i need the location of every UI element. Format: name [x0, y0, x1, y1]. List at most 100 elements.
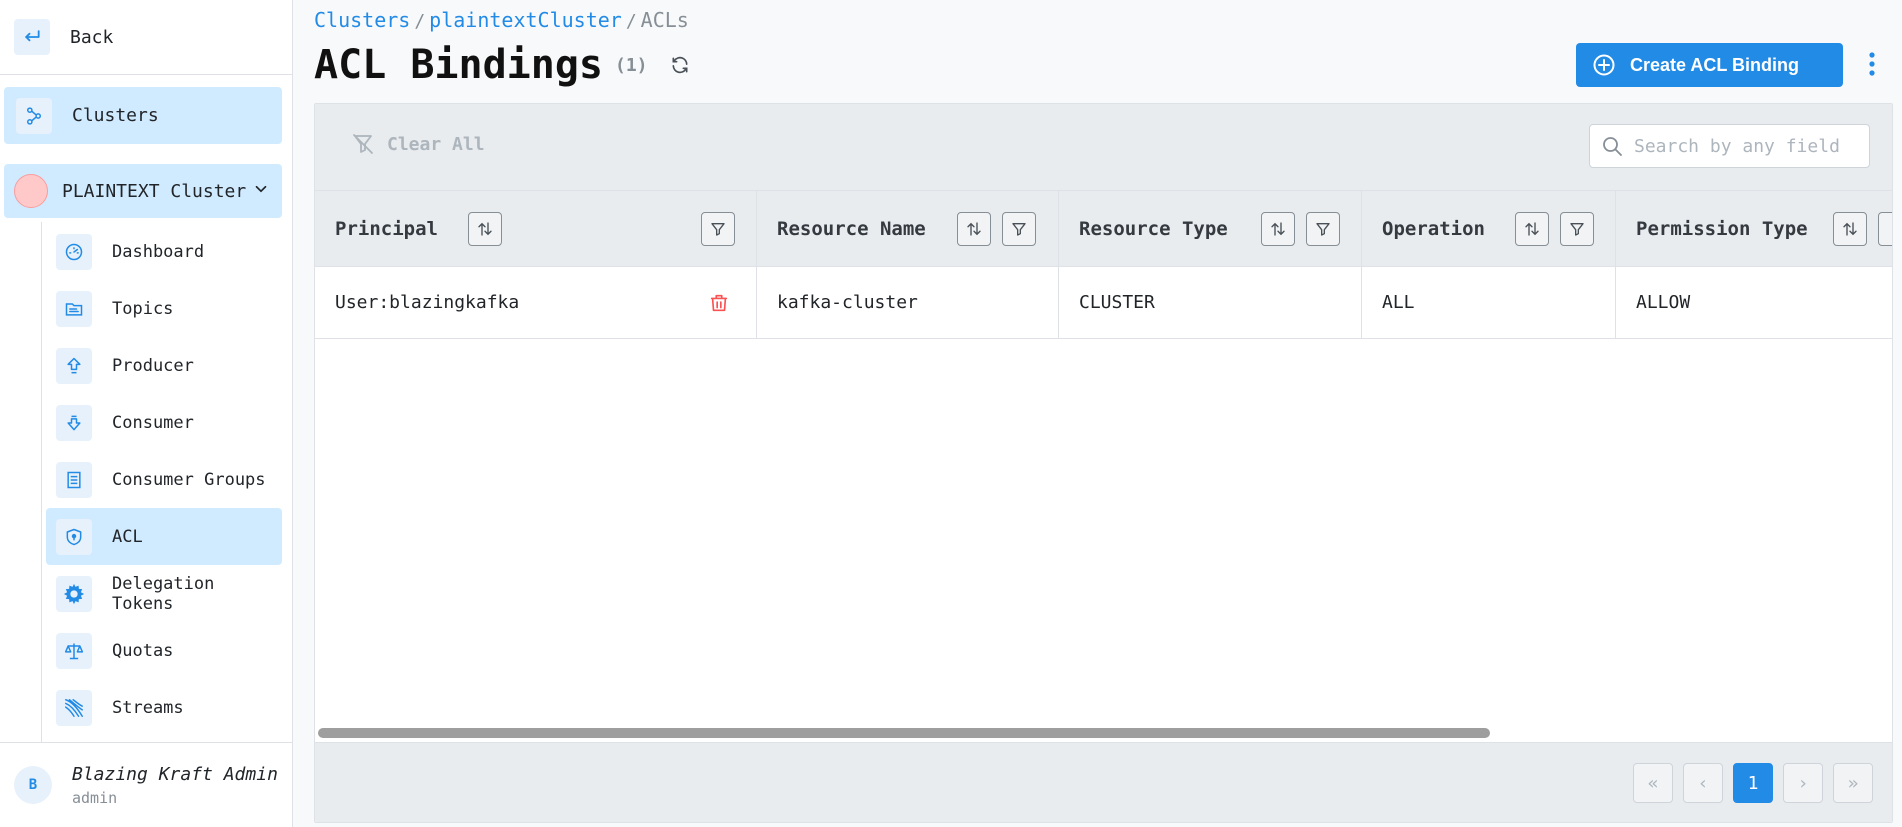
cluster-name: PLAINTEXT Cluster — [62, 180, 247, 202]
column-label: Permission Type — [1636, 218, 1808, 240]
cluster-selector[interactable]: PLAINTEXT Cluster — [4, 164, 282, 218]
filter-icon[interactable] — [701, 212, 735, 246]
sort-icon[interactable] — [1833, 212, 1867, 246]
last-page-button[interactable]: » — [1833, 763, 1873, 803]
sidebar-item-topics[interactable]: Topics — [46, 280, 282, 337]
breadcrumb: Clusters / plaintextCluster / ACLs — [314, 8, 689, 32]
column-header-principal: Principal — [315, 191, 757, 267]
cell-value: ALL — [1382, 292, 1415, 313]
clear-all-label: Clear All — [387, 133, 485, 155]
table-toolbar: Clear All — [315, 104, 1892, 190]
refresh-icon[interactable] — [670, 55, 690, 75]
acl-table: Clear All Principal Resource Name — [314, 103, 1893, 823]
clear-all-button[interactable]: Clear All — [351, 132, 485, 156]
sidebar-item-consumer[interactable]: Consumer — [46, 394, 282, 451]
breadcrumb-clusters-link[interactable]: Clusters — [314, 8, 410, 32]
cell-operation: ALL — [1362, 267, 1616, 338]
cell-value: User:blazingkafka — [335, 292, 520, 313]
filter-icon[interactable] — [1560, 212, 1594, 246]
page-title: ACL Bindings — [314, 42, 603, 88]
sidebar-item-streams[interactable]: Streams — [46, 679, 282, 736]
cell-value: ALLOW — [1636, 292, 1691, 313]
trash-icon[interactable] — [708, 292, 730, 314]
horizontal-scrollbar[interactable] — [318, 728, 1490, 738]
consumer-icon — [56, 404, 92, 441]
column-label: Resource Type — [1079, 218, 1228, 240]
column-label: Operation — [1382, 218, 1485, 240]
result-count: (1) — [614, 54, 648, 76]
delegation-tokens-icon — [56, 575, 92, 612]
filter-icon[interactable] — [1002, 212, 1036, 246]
table-row: User:blazingkafka kafka-cluster CLUSTER … — [315, 267, 1892, 339]
sort-icon[interactable] — [468, 212, 502, 246]
avatar: B — [14, 766, 52, 804]
sidebar-item-producer[interactable]: Producer — [46, 337, 282, 394]
page-number-button[interactable]: 1 — [1733, 763, 1773, 803]
filter-off-icon — [351, 132, 375, 156]
sidebar-item-label: Dashboard — [112, 241, 205, 262]
sidebar-item-label: Consumer — [112, 412, 194, 433]
sidebar-item-acl[interactable]: ACL — [46, 508, 282, 565]
streams-icon — [56, 689, 92, 726]
back-button[interactable]: Back — [0, 0, 293, 75]
filter-icon[interactable] — [1878, 212, 1892, 246]
first-page-button[interactable]: « — [1633, 763, 1673, 803]
sidebar: Back Clusters PLAINTEXT Cluster Dashboar… — [0, 0, 293, 827]
cell-principal: User:blazingkafka — [315, 267, 757, 338]
column-label: Principal — [335, 218, 438, 240]
next-page-button[interactable]: › — [1783, 763, 1823, 803]
column-header-resource-name: Resource Name — [757, 191, 1059, 267]
subnav-line — [41, 222, 45, 742]
plus-circle-icon — [1592, 53, 1616, 77]
sidebar-item-label: Consumer Groups — [112, 469, 266, 490]
user-text: Blazing Kraft Admin admin — [72, 764, 278, 807]
column-label: Resource Name — [777, 218, 926, 240]
pagination: « ‹ 1 › » — [315, 742, 1892, 822]
consumer-groups-icon — [56, 461, 92, 498]
sidebar-item-quotas[interactable]: Quotas — [46, 622, 282, 679]
sort-icon[interactable] — [957, 212, 991, 246]
sort-icon[interactable] — [1515, 212, 1549, 246]
sidebar-item-dashboard[interactable]: Dashboard — [46, 223, 282, 280]
title-row: ACL Bindings (1) — [314, 38, 690, 92]
create-acl-binding-label: Create ACL Binding — [1630, 54, 1800, 75]
sidebar-item-label: ACL — [112, 526, 143, 547]
scale-icon — [56, 632, 92, 669]
sidebar-item-delegation-tokens[interactable]: Delegation Tokens — [46, 565, 282, 622]
back-arrow-icon — [14, 19, 50, 55]
back-label: Back — [70, 26, 114, 48]
sidebar-item-label: Producer — [112, 355, 194, 376]
user-profile[interactable]: B Blazing Kraft Admin admin — [0, 742, 293, 827]
sidebar-item-consumer-groups[interactable]: Consumer Groups — [46, 451, 282, 508]
cell-resource-type: CLUSTER — [1059, 267, 1362, 338]
sidebar-item-label: Streams — [112, 697, 184, 718]
filter-icon[interactable] — [1306, 212, 1340, 246]
create-acl-binding-button[interactable]: Create ACL Binding — [1576, 43, 1843, 87]
user-name: Blazing Kraft Admin — [72, 763, 278, 785]
clusters-icon — [16, 97, 52, 134]
chevron-down-icon — [252, 180, 270, 202]
sidebar-item-label: Topics — [112, 298, 174, 319]
cell-permission-type: ALLOW — [1616, 267, 1892, 338]
column-header-operation: Operation — [1362, 191, 1616, 267]
cell-value: kafka-cluster — [777, 292, 918, 313]
search-box[interactable] — [1589, 124, 1870, 168]
breadcrumb-separator: / — [414, 11, 426, 32]
shield-icon — [56, 518, 92, 555]
prev-page-button[interactable]: ‹ — [1683, 763, 1723, 803]
cell-resource-name: kafka-cluster — [757, 267, 1059, 338]
sort-icon[interactable] — [1261, 212, 1295, 246]
breadcrumb-separator: / — [625, 11, 637, 32]
search-input[interactable] — [1634, 135, 1854, 157]
table-header: Principal Resource Name Resource Type Op… — [315, 190, 1892, 267]
cluster-color-dot — [14, 174, 48, 208]
more-vertical-icon[interactable] — [1868, 50, 1876, 82]
search-icon — [1600, 134, 1624, 158]
sidebar-item-clusters[interactable]: Clusters — [4, 87, 282, 144]
sidebar-item-label: Delegation Tokens — [112, 573, 215, 614]
breadcrumb-cluster-link[interactable]: plaintextCluster — [429, 8, 622, 32]
breadcrumb-current: ACLs — [640, 8, 689, 32]
cell-value: CLUSTER — [1079, 292, 1155, 313]
column-header-resource-type: Resource Type — [1059, 191, 1362, 267]
column-header-permission-type: Permission Type — [1616, 191, 1892, 267]
